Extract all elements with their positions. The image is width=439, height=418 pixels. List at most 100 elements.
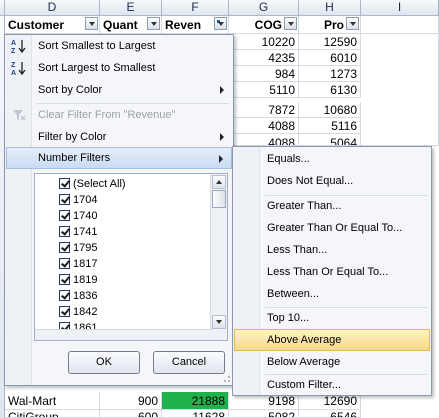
sort-ascending-item[interactable]: AZ Sort Smallest to Largest [6,35,232,57]
cogs-cell[interactable]: 7872 [229,102,299,118]
profit-cell[interactable]: 5064 [299,134,361,146]
less-than-item[interactable]: Less Than... [234,239,430,261]
list-item[interactable]: 1817 [59,256,97,272]
customer-cell[interactable]: CitiGroup [5,410,100,418]
header-revenue-label: Reven [165,18,202,32]
profit-cell[interactable]: 12590 [299,34,361,50]
column-header-d[interactable]: D [5,0,100,16]
checkbox[interactable] [59,178,70,189]
greater-than-or-equal-item[interactable]: Greater Than Or Equal To... [234,217,430,239]
quantity-filter-dropdown[interactable] [147,17,160,30]
scroll-thumb[interactable] [212,190,226,208]
header-cogs: COG [229,16,299,34]
checkbox[interactable] [59,210,70,221]
revenue-cell-highlighted[interactable]: 21888 [162,392,229,410]
cogs-filter-dropdown[interactable] [284,17,297,30]
customer-filter-dropdown[interactable] [85,17,98,30]
between-item[interactable]: Between... [234,283,430,305]
submenu-arrow-icon [220,133,224,141]
quantity-cell[interactable]: 600 [100,410,162,418]
list-item[interactable]: 1741 [59,224,97,240]
less-than-or-equal-item[interactable]: Less Than Or Equal To... [234,261,430,283]
profit-cell[interactable]: 6010 [299,50,361,66]
ok-button[interactable]: OK [68,351,140,374]
profit-cell[interactable]: 6546 [299,410,361,418]
number-filters-submenu: Equals... Does Not Equal... Greater Than… [232,146,432,396]
column-header-i[interactable]: I [361,0,439,16]
cogs-cell[interactable]: 5082 [229,410,299,418]
filter-values-listbox[interactable]: (Select All) 1704 1740 1741 1795 1817 18… [34,173,228,341]
list-vertical-scrollbar[interactable] [210,174,227,340]
column-header-f[interactable]: F [162,0,229,16]
above-average-item[interactable]: Above Average [234,329,430,351]
cogs-cell[interactable]: 4088 [229,134,299,146]
clear-filter-label: Clear Filter From "Revenue" [38,109,176,121]
filter-by-color-label: Filter by Color [38,131,107,143]
svg-text:Z: Z [11,48,16,54]
autofilter-menu: AZ Sort Smallest to Largest ZA Sort Larg… [4,34,234,386]
list-item[interactable]: 1819 [59,272,97,288]
revenue-filter-dropdown[interactable] [214,17,227,30]
profit-cell[interactable]: 6130 [299,82,361,98]
cogs-cell[interactable]: 984 [229,66,299,82]
quantity-cell[interactable]: 900 [100,392,162,410]
submenu-arrow-icon [219,155,223,163]
submenu-arrow-icon [220,86,224,94]
list-item[interactable]: 1842 [59,304,97,320]
list-item[interactable]: 1795 [59,240,97,256]
header-revenue: Reven [162,16,229,34]
below-average-item[interactable]: Below Average [234,351,430,373]
svg-text:A: A [11,70,16,76]
resize-grip-icon[interactable] [223,375,231,383]
checkbox[interactable] [59,194,70,205]
sort-descending-label: Sort Largest to Smallest [38,62,156,74]
custom-filter-item[interactable]: Custom Filter... [234,374,430,396]
profit-filter-dropdown[interactable] [346,17,359,30]
clear-filter-icon [11,107,27,123]
does-not-equal-item[interactable]: Does Not Equal... [234,170,430,192]
checkbox[interactable] [59,226,70,237]
list-item-select-all[interactable]: (Select All) [59,176,126,192]
scroll-down-button[interactable] [212,315,226,329]
sort-descending-item[interactable]: ZA Sort Largest to Smallest [6,57,232,79]
checkbox[interactable] [59,258,70,269]
clear-filter-item[interactable]: Clear Filter From "Revenue" [6,104,232,126]
header-quantity: Quant [100,16,162,34]
empty-cell[interactable] [361,16,439,34]
sort-by-color-item[interactable]: Sort by Color [6,79,232,101]
profit-cell[interactable]: 10680 [299,102,361,118]
checkbox[interactable] [59,290,70,301]
list-item[interactable]: 1836 [59,288,97,304]
checkbox[interactable] [59,242,70,253]
list-item[interactable]: 1740 [59,208,97,224]
cogs-cell[interactable]: 4235 [229,50,299,66]
checkbox[interactable] [59,274,70,285]
cancel-button[interactable]: Cancel [153,351,225,374]
equals-item[interactable]: Equals... [234,148,430,170]
greater-than-item[interactable]: Greater Than... [234,195,430,217]
top-10-item[interactable]: Top 10... [234,307,430,329]
filter-by-color-item[interactable]: Filter by Color [6,126,232,148]
checkbox[interactable] [59,306,70,317]
cogs-cell[interactable]: 5110 [229,82,299,98]
revenue-cell[interactable]: 11628 [162,410,229,418]
profit-cell[interactable]: 1273 [299,66,361,82]
column-header-e[interactable]: E [100,0,162,16]
svg-text:A: A [11,40,16,47]
list-item[interactable]: 1704 [59,192,97,208]
profit-cell[interactable]: 5116 [299,118,361,134]
cogs-cell[interactable]: 4088 [229,118,299,134]
number-filters-item[interactable]: Number Filters [6,147,232,169]
empty-cell[interactable] [361,34,439,146]
column-header-h[interactable]: H [299,0,361,16]
list-horizontal-scrollbar[interactable] [35,329,213,340]
column-header-g[interactable]: G [229,0,299,16]
scroll-up-button[interactable] [212,175,226,189]
cogs-cell[interactable]: 10220 [229,34,299,50]
customer-cell[interactable]: Wal-Mart [5,392,100,410]
sort-ascending-icon: AZ [11,38,27,55]
number-filters-label: Number Filters [38,152,111,164]
header-profit: Pro [299,16,361,34]
scroll-up-icon [216,180,222,184]
header-customer-label: Customer [8,18,65,32]
